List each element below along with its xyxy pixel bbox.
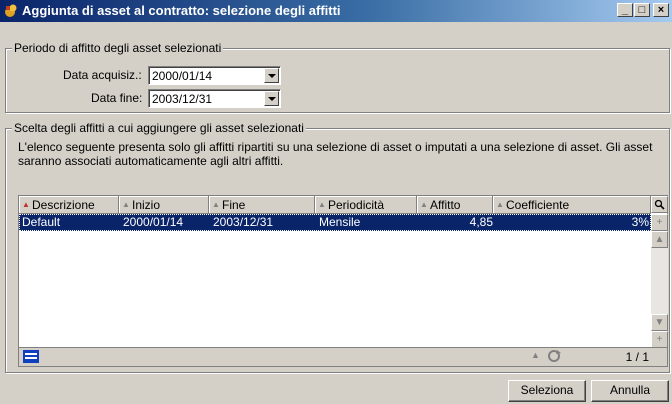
add-row-icon[interactable]: +: [651, 214, 668, 231]
leases-table[interactable]: ▲ Descrizione ▲ Inizio ▲ Fine ▲ Periodic…: [18, 195, 668, 367]
close-button[interactable]: ×: [653, 3, 669, 17]
add-row-bottom-icon[interactable]: +: [651, 331, 668, 348]
cell-affitto: 4,85: [469, 215, 493, 229]
refresh-icon[interactable]: [546, 349, 562, 363]
table-row[interactable]: Default 2000/01/14 2003/12/31 Mensile 4,…: [19, 214, 651, 231]
sort-icon: ▲: [212, 200, 220, 209]
sort-indicator-icon: ▲: [531, 350, 540, 360]
select-button[interactable]: Seleziona: [508, 380, 586, 402]
sort-icon: ▲: [122, 200, 130, 209]
selection-legend: Scelta degli affitti a cui aggiungere gl…: [12, 121, 306, 135]
acquisition-date-value: 2000/01/14: [152, 69, 213, 83]
column-header-fine[interactable]: ▲ Fine: [209, 196, 315, 214]
table-header: ▲ Descrizione ▲ Inizio ▲ Fine ▲ Periodic…: [19, 196, 651, 214]
scroll-down-icon[interactable]: ▼: [651, 314, 668, 331]
cell-periodicita: Mensile: [319, 215, 361, 229]
pager-label: 1 / 1: [625, 350, 649, 364]
column-header-coefficiente[interactable]: ▲ Coefficiente: [493, 196, 651, 214]
selection-description: L'elenco seguente presenta solo gli affi…: [18, 140, 653, 168]
sort-icon: ▲: [22, 200, 30, 209]
table-footer: ▲ 1 / 1: [19, 347, 667, 366]
maximize-button[interactable]: □: [634, 3, 650, 17]
column-header-periodicita[interactable]: ▲ Periodicità: [315, 196, 417, 214]
scroll-up-icon[interactable]: ▲: [651, 231, 668, 248]
cell-inizio: 2000/01/14: [123, 215, 184, 229]
acquisition-date-combo[interactable]: 2000/01/14: [148, 66, 281, 85]
cell-descrizione: Default: [22, 215, 61, 229]
window-title: Aggiunta di asset al contratto: selezion…: [22, 3, 341, 18]
column-header-descrizione[interactable]: ▲ Descrizione: [19, 196, 119, 214]
column-header-inizio[interactable]: ▲ Inizio: [119, 196, 209, 214]
title-bar: Aggiunta di asset al contratto: selezion…: [0, 0, 672, 22]
table-view-icon[interactable]: [23, 350, 39, 363]
sort-icon: ▲: [496, 200, 504, 209]
end-date-combo[interactable]: 2003/12/31: [148, 89, 281, 108]
sort-icon: ▲: [420, 200, 428, 209]
cancel-button[interactable]: Annulla: [591, 380, 669, 402]
chevron-down-icon[interactable]: [264, 68, 279, 83]
app-icon: [5, 4, 17, 17]
acquisition-date-label: Data acquisiz.:: [63, 68, 142, 82]
end-date-label: Data fine:: [91, 91, 143, 105]
cell-coefficiente: 3%: [631, 215, 649, 229]
cell-fine: 2003/12/31: [213, 215, 274, 229]
period-legend: Periodo di affitto degli asset seleziona…: [12, 41, 224, 55]
column-header-affitto[interactable]: ▲ Affitto: [417, 196, 493, 214]
end-date-value: 2003/12/31: [152, 92, 213, 106]
vertical-scrollbar[interactable]: + ▲ ▼ +: [651, 214, 668, 348]
chevron-down-icon[interactable]: [264, 91, 279, 106]
sort-icon: ▲: [318, 200, 326, 209]
search-icon[interactable]: [651, 196, 668, 213]
minimize-button[interactable]: _: [617, 3, 633, 17]
